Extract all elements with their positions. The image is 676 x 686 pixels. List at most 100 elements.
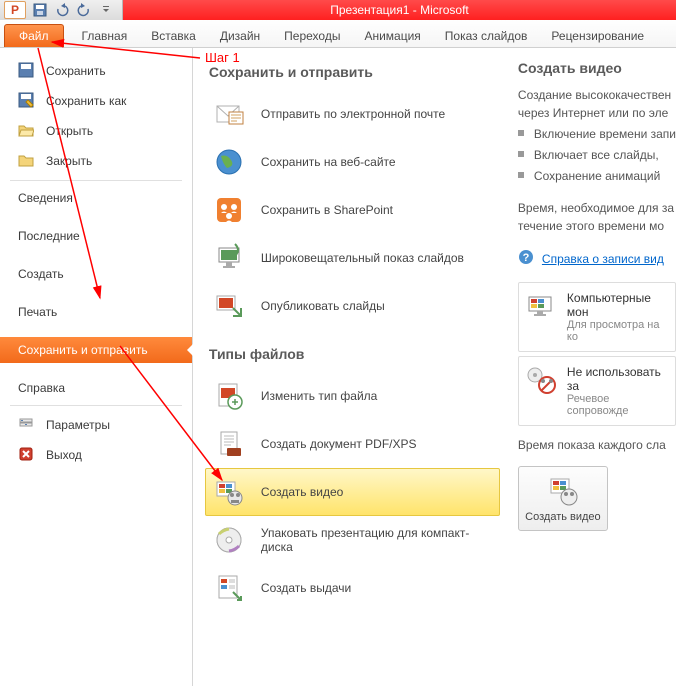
handouts-icon [213,572,245,604]
change-type-icon [213,380,245,412]
help-row: ? Справка о записи вид [518,249,676,268]
section-title: Типы файлов [209,346,500,362]
qat-dropdown-icon[interactable] [98,2,114,18]
cd-icon [213,524,245,556]
sidebar-item-save[interactable]: Сохранить [0,56,192,86]
item-send-email[interactable]: Отправить по электронной почте [205,90,500,138]
sidebar-item-exit[interactable]: Выход [0,440,192,470]
no-narration-icon [525,365,557,397]
sidebar-item-save-send[interactable]: Сохранить и отправить [0,337,192,363]
backstage-content: Сохранить и отправить Отправить по элект… [193,48,676,686]
item-create-handouts[interactable]: Создать выдачи [205,564,500,612]
save-as-icon [18,92,36,110]
tab-design[interactable]: Дизайн [208,24,272,47]
sharepoint-icon [213,194,245,226]
separator [10,180,182,181]
timing-text: течение этого времени мо [518,217,676,235]
tab-slideshow[interactable]: Показ слайдов [433,24,540,47]
sidebar-item-new[interactable]: Создать [0,261,192,287]
option-title: Компьютерные мон [567,291,669,319]
publish-icon [213,290,245,322]
sidebar-item-print[interactable]: Печать [0,299,192,325]
create-video-icon [547,475,579,507]
sidebar-item-help[interactable]: Справка [0,375,192,401]
item-save-sharepoint[interactable]: Сохранить в SharePoint [205,186,500,234]
narration-dropdown[interactable]: Не использовать за Речевое сопровожде [518,356,676,426]
bullet-icon [518,172,524,178]
sidebar-item-open[interactable]: Открыть [0,116,192,146]
sidebar-label: Справка [18,381,65,395]
item-package-cd[interactable]: Упаковать презентацию для компакт-диска [205,516,500,564]
backstage: Сохранить Сохранить как Открыть Закрыть … [0,48,676,686]
sidebar-label: Выход [46,448,82,462]
create-video-button[interactable]: Создать видео [518,466,608,531]
email-icon [213,98,245,130]
create-video-panel: Создать видео Создание высококачествен ч… [500,60,676,674]
panel-intro2: через Интернет или по эле [518,104,676,122]
item-broadcast[interactable]: Широковещательный показ слайдов [205,234,500,282]
item-label: Изменить тип файла [261,389,377,403]
tab-insert[interactable]: Вставка [139,24,208,47]
item-label: Сохранить на веб-сайте [261,155,396,169]
sidebar-label: Печать [18,305,57,319]
title-bar: P Презентация1 - Microsoft [0,0,676,20]
pdf-icon [213,428,245,460]
exit-icon [18,446,36,464]
item-create-video[interactable]: Создать видео [205,468,500,516]
folder-open-icon [18,122,36,140]
bullet-row: Включение времени запи [518,125,676,143]
bullet-icon [518,130,524,136]
item-label: Отправить по электронной почте [261,107,445,121]
sidebar-item-options[interactable]: Параметры [0,410,192,440]
sidebar-label: Сведения [18,191,73,205]
item-label: Широковещательный показ слайдов [261,251,464,265]
save-send-column: Сохранить и отправить Отправить по элект… [205,60,500,674]
save-icon [18,62,36,80]
save-icon[interactable] [32,2,48,18]
bullet-text: Сохранение анимаций [534,167,660,185]
backstage-sidebar: Сохранить Сохранить как Открыть Закрыть … [0,48,193,686]
video-quality-dropdown[interactable]: Компьютерные мон Для просмотра на ко [518,282,676,352]
item-create-pdf[interactable]: Создать документ PDF/XPS [205,420,500,468]
option-title: Не использовать за [567,365,669,393]
help-link[interactable]: Справка о записи вид [542,252,664,266]
item-label: Опубликовать слайды [261,299,385,313]
separator [10,405,182,406]
sidebar-item-recent[interactable]: Последние [0,223,192,249]
svg-text:?: ? [523,252,530,264]
tab-home[interactable]: Главная [70,24,140,47]
timing-text: Время, необходимое для за [518,199,676,217]
sidebar-label: Сохранить как [46,94,126,108]
item-publish-slides[interactable]: Опубликовать слайды [205,282,500,330]
tab-animations[interactable]: Анимация [352,24,432,47]
option-subtitle: Для просмотра на ко [567,319,669,343]
sidebar-label: Сохранить [46,64,106,78]
redo-icon[interactable] [76,2,92,18]
sidebar-label: Параметры [46,418,110,432]
item-change-file-type[interactable]: Изменить тип файла [205,372,500,420]
panel-intro: Создание высококачествен [518,86,676,104]
item-label: Создать видео [261,485,343,499]
option-subtitle: Речевое сопровожде [567,393,669,417]
panel-title: Создать видео [518,60,676,76]
sidebar-item-info[interactable]: Сведения [0,185,192,211]
item-label: Сохранить в SharePoint [261,203,393,217]
sidebar-label: Последние [18,229,80,243]
ribbon-tabs: Файл Главная Вставка Дизайн Переходы Ани… [0,20,676,48]
tab-review[interactable]: Рецензирование [539,24,656,47]
tab-transitions[interactable]: Переходы [272,24,352,47]
sidebar-item-close[interactable]: Закрыть [0,146,192,176]
duration-label: Время показа каждого сла [518,436,676,454]
sidebar-label: Создать [18,267,64,281]
undo-icon[interactable] [54,2,70,18]
section-title: Сохранить и отправить [209,64,500,80]
sidebar-label: Открыть [46,124,93,138]
button-label: Создать видео [523,511,603,524]
bullet-row: Сохранение анимаций [518,167,676,185]
item-save-web[interactable]: Сохранить на веб-сайте [205,138,500,186]
sidebar-item-save-as[interactable]: Сохранить как [0,86,192,116]
options-icon [18,416,36,434]
tab-file[interactable]: Файл [4,24,64,47]
bullet-text: Включение времени запи [534,125,676,143]
sidebar-label: Сохранить и отправить [18,343,148,357]
